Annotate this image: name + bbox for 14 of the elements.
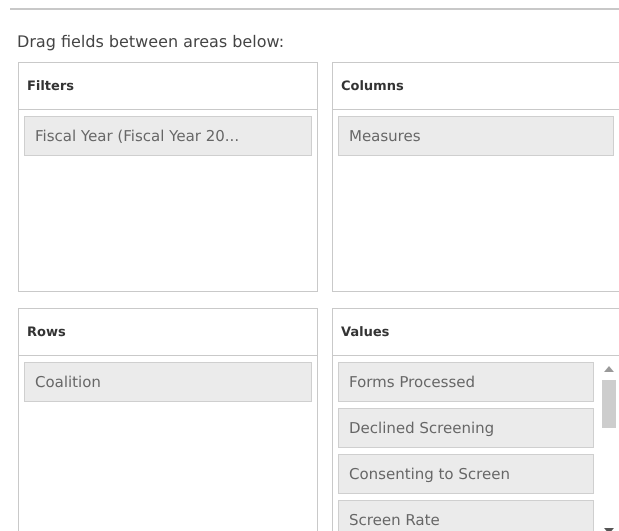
area-title: Filters <box>27 78 74 94</box>
field-item[interactable]: Fiscal Year (Fiscal Year 20... <box>24 116 312 156</box>
area-title: Columns <box>341 78 404 94</box>
field-item[interactable]: Screen Rate <box>338 500 594 531</box>
field-item[interactable]: Coalition <box>24 362 312 402</box>
field-item[interactable]: Consenting to Screen <box>338 454 594 494</box>
scroll-up-icon[interactable] <box>604 366 614 372</box>
field-item[interactable]: Measures <box>338 116 614 156</box>
field-item[interactable]: Forms Processed <box>338 362 594 402</box>
area-title: Values <box>341 324 390 340</box>
field-item[interactable]: Declined Screening <box>338 408 594 448</box>
area-title: Rows <box>27 324 66 340</box>
scrollbar-thumb[interactable] <box>602 380 616 428</box>
instruction-text: Drag fields between areas below: <box>17 32 286 52</box>
